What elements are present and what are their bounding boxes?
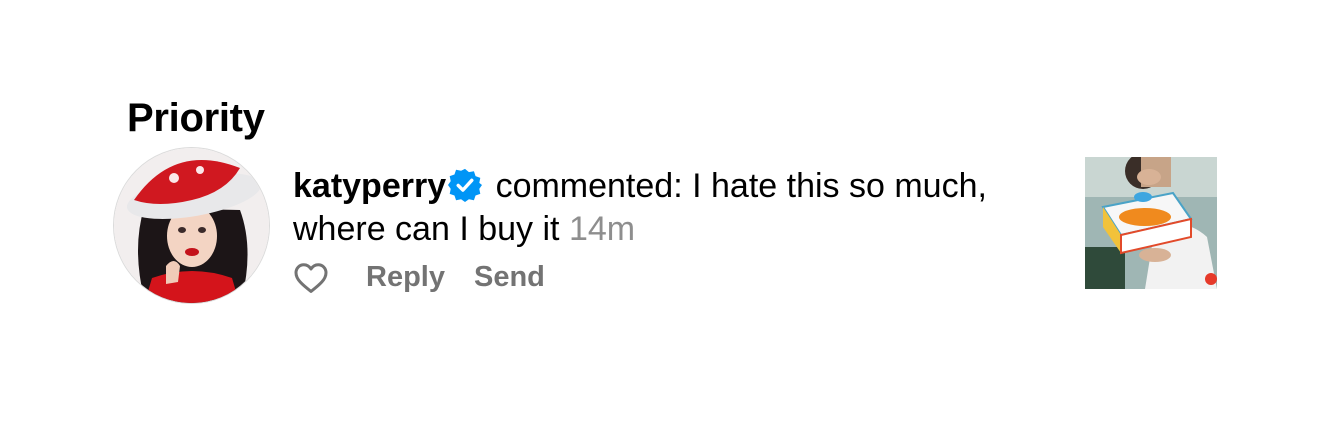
- section-title: Priority: [127, 96, 265, 140]
- like-button[interactable]: [292, 259, 330, 295]
- post-thumbnail-image-icon: [1085, 157, 1217, 289]
- action-text: commented:: [495, 167, 683, 205]
- send-button[interactable]: Send: [474, 259, 545, 295]
- timestamp: 14m: [568, 210, 636, 248]
- notification-text: katyperry commented: I hate this so much…: [293, 165, 1073, 251]
- username-link[interactable]: katyperry: [293, 167, 446, 205]
- comment-actions: Reply Send: [292, 259, 545, 295]
- avatar[interactable]: [113, 147, 270, 304]
- reply-button[interactable]: Reply: [366, 259, 445, 295]
- post-thumbnail[interactable]: [1085, 157, 1217, 289]
- verified-badge-icon: [448, 168, 483, 202]
- heart-outline-icon: [294, 262, 328, 293]
- profile-photo-icon: [114, 148, 269, 303]
